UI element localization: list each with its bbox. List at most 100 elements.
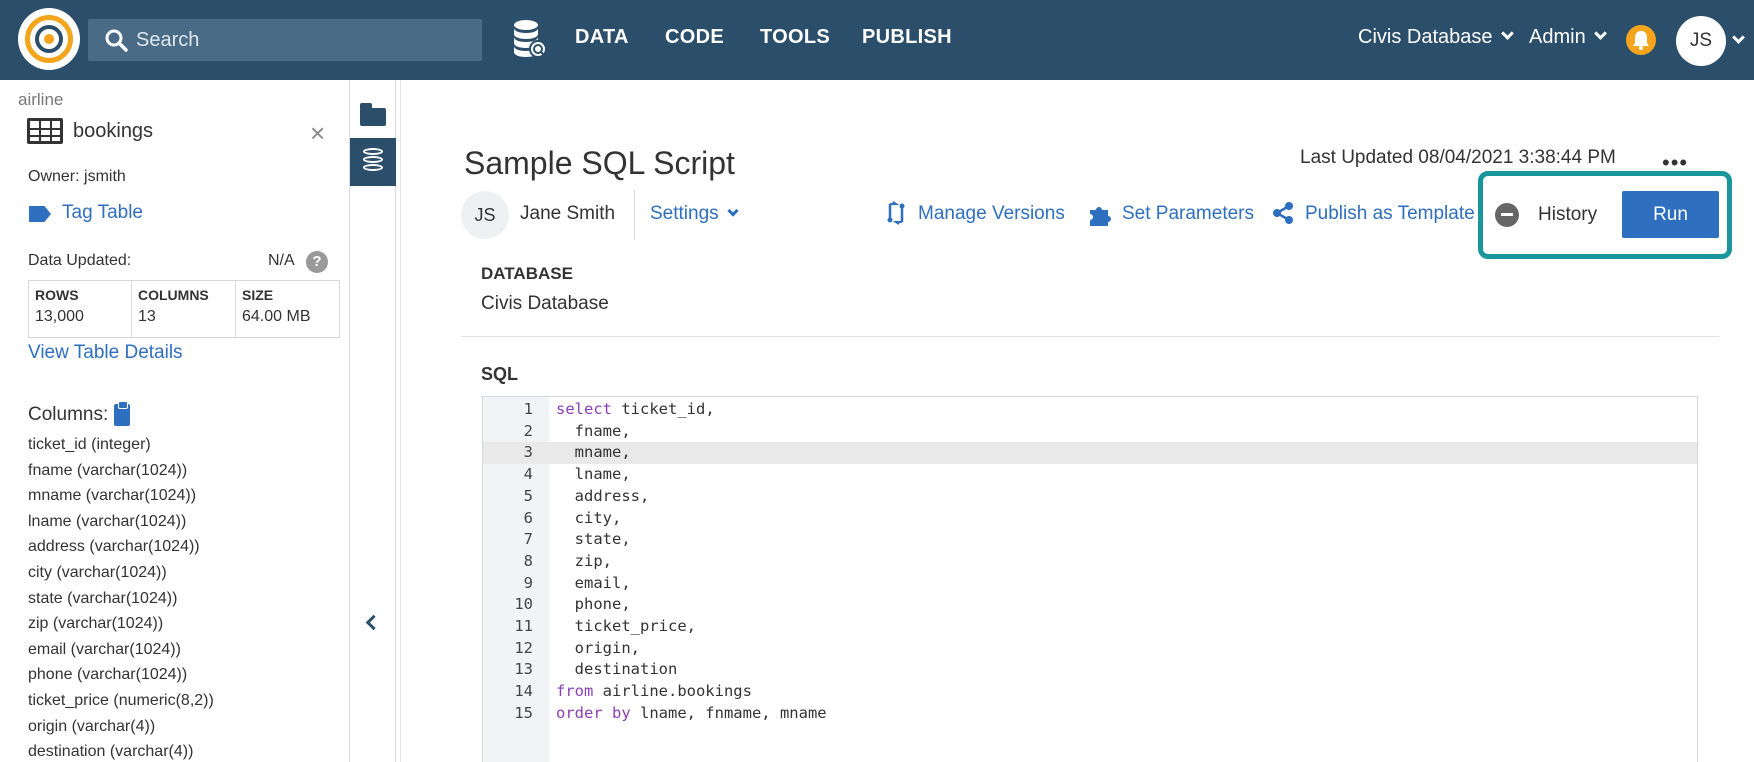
list-item: city (varchar(1024)) [28, 563, 167, 581]
code-line[interactable]: 1 select ticket_id, [483, 399, 1697, 421]
stat-value: 64.00 MB [242, 308, 311, 325]
author-name: Jane Smith [520, 203, 616, 224]
nav-code[interactable]: CODE [665, 26, 724, 49]
help-icon[interactable]: ? [306, 251, 328, 273]
code-line[interactable]: 14 from airline.bookings [483, 681, 1697, 703]
code-line[interactable]: 13 destination [483, 659, 1697, 681]
code-line[interactable]: 15 order by lname, fnmame, mname [483, 703, 1697, 725]
close-icon[interactable]: × [310, 118, 325, 149]
data-updated-label: Data Updated: [28, 252, 132, 269]
avatar: JS [461, 191, 509, 239]
manage-versions-label: Manage Versions [918, 203, 1065, 224]
code-line[interactable]: 4 lname, [483, 464, 1697, 486]
code-line[interactable]: 12 origin, [483, 638, 1697, 660]
code-text: email, [556, 573, 631, 592]
clipboard-icon[interactable] [114, 401, 130, 426]
stat-label: SIZE [242, 287, 274, 303]
user-avatar[interactable]: JS [1676, 16, 1726, 66]
publish-template-label: Publish as Template [1305, 203, 1475, 224]
list-item: address (varchar(1024)) [28, 538, 200, 556]
line-number: 2 [523, 421, 533, 440]
line-number: 15 [514, 703, 533, 722]
line-number: 6 [523, 508, 533, 527]
list-item: fname (varchar(1024)) [28, 461, 188, 479]
code-line[interactable]: 3 mname, [483, 442, 1697, 465]
list-item: ticket_id (integer) [28, 436, 151, 453]
list-item: zip (varchar(1024)) [28, 615, 164, 633]
nav-publish[interactable]: PUBLISH [862, 26, 952, 49]
folder-icon[interactable] [360, 103, 386, 126]
minus-circle-icon[interactable] [1495, 203, 1519, 227]
tag-icon[interactable] [29, 206, 51, 222]
notification-bell-icon[interactable] [1626, 25, 1656, 55]
code-line[interactable]: 5 address, [483, 486, 1697, 508]
code-line[interactable]: 6 city, [483, 508, 1697, 530]
database-menu-label: Civis Database [1358, 26, 1493, 48]
table-icon [27, 118, 63, 144]
admin-menu[interactable]: Admin [1529, 26, 1607, 49]
code-line[interactable]: 2 fname, [483, 421, 1697, 443]
data-updated-value: N/A [268, 252, 295, 269]
stat-size: SIZE 64.00 MB [236, 280, 340, 338]
view-table-details-link[interactable]: View Table Details [28, 342, 183, 364]
line-number: 3 [523, 443, 533, 462]
tag-table-link[interactable]: Tag Table [62, 202, 143, 224]
code-line[interactable]: 9 email, [483, 573, 1697, 595]
chevron-left-icon[interactable] [365, 614, 382, 631]
page-title: Sample SQL Script [464, 145, 735, 181]
list-item: destination (varchar(4)) [28, 743, 194, 761]
chevron-down-icon[interactable] [1732, 31, 1745, 44]
database-icon[interactable] [350, 138, 396, 186]
code-line[interactable]: 10 phone, [483, 594, 1697, 616]
database-menu[interactable]: Civis Database [1358, 26, 1514, 49]
line-number: 9 [523, 573, 533, 592]
code-text: phone, [556, 595, 631, 614]
line-number: 14 [514, 682, 533, 701]
list-item: origin (varchar(4)) [28, 717, 156, 735]
run-button[interactable]: Run [1622, 191, 1719, 238]
sql-keyword: from [556, 682, 594, 701]
top-nav-bar: DATA CODE TOOLS PUBLISH Civis Database A… [0, 0, 1754, 80]
share-icon [1273, 202, 1293, 224]
stat-label: ROWS [35, 287, 79, 303]
chevron-down-icon [726, 205, 739, 217]
list-item: state (varchar(1024)) [28, 589, 178, 607]
civis-logo-icon[interactable] [18, 8, 80, 70]
history-button[interactable]: History [1538, 204, 1597, 226]
code-line[interactable]: 8 zip, [483, 551, 1697, 573]
chevron-down-icon [1593, 27, 1607, 40]
divider [400, 80, 401, 762]
line-number: 7 [523, 530, 533, 549]
code-line[interactable]: 7 state, [483, 529, 1697, 551]
code-text: fname, [556, 421, 631, 440]
list-item: phone (varchar(1024)) [28, 666, 188, 684]
stat-value: 13 [138, 308, 156, 325]
set-parameters-button[interactable]: Set Parameters [1090, 203, 1254, 226]
search-input[interactable] [136, 25, 466, 55]
code-text: order by lname, fnmame, mname [556, 703, 827, 722]
manage-versions-button[interactable]: Manage Versions [887, 201, 1065, 225]
divider [461, 336, 1719, 337]
stat-value: 13,000 [35, 308, 84, 325]
stat-rows: ROWS 13,000 [28, 280, 132, 338]
last-updated: Last Updated 08/04/2021 3:38:44 PM [1300, 147, 1616, 168]
code-line[interactable]: 11 ticket_price, [483, 616, 1697, 638]
list-item: mname (varchar(1024)) [28, 487, 197, 505]
list-item: ticket_price (numeric(8,2)) [28, 691, 214, 709]
versions-icon [887, 201, 905, 225]
nav-data[interactable]: DATA [575, 26, 629, 49]
line-number: 8 [523, 551, 533, 570]
line-number: 11 [514, 617, 533, 635]
line-number: 1 [523, 400, 533, 418]
table-info-panel: airline bookings × Owner: jsmith Tag Tab… [10, 80, 350, 762]
publish-template-button[interactable]: Publish as Template [1273, 202, 1475, 225]
settings-dropdown[interactable]: Settings [650, 203, 739, 225]
nav-tools[interactable]: TOOLS [760, 26, 830, 49]
database-search-icon[interactable] [512, 18, 548, 60]
global-search[interactable] [88, 19, 482, 61]
settings-label: Settings [650, 203, 719, 224]
list-item: email (varchar(1024)) [28, 640, 181, 658]
sql-editor[interactable]: 1 select ticket_id, 2 fname, 3 mname, 4 lnam… [482, 396, 1698, 762]
code-text: destination [556, 660, 678, 679]
admin-menu-label: Admin [1529, 26, 1586, 48]
